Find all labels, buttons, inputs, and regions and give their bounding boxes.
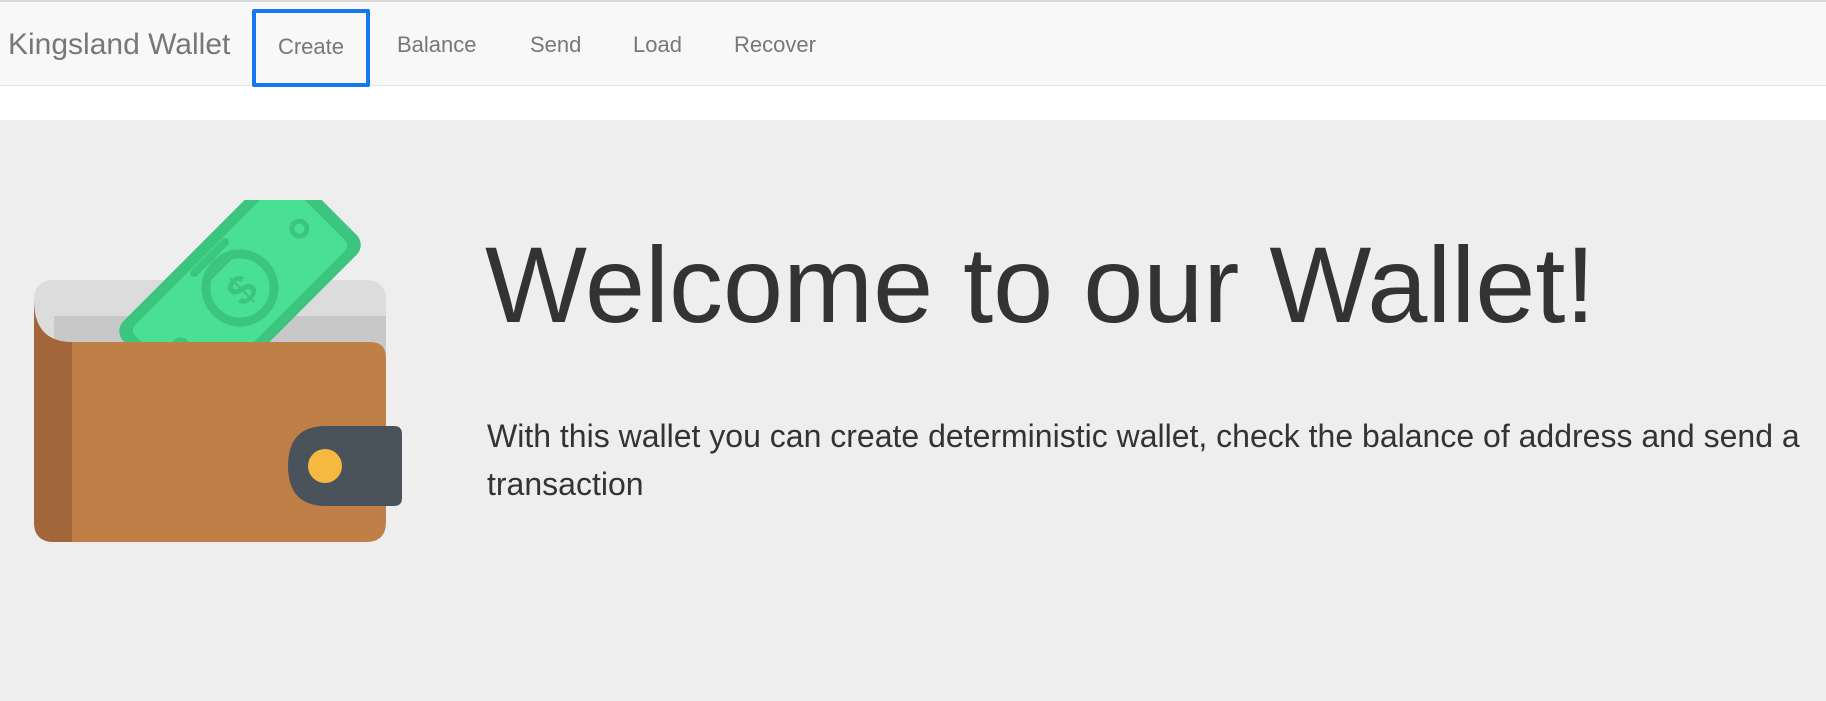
top-navbar: Kingsland Wallet Create Balance Send Loa… bbox=[0, 0, 1826, 87]
nav-item-balance[interactable]: Balance bbox=[397, 30, 477, 60]
nav-item-send[interactable]: Send bbox=[530, 30, 581, 60]
hero-description: With this wallet you can create determin… bbox=[487, 418, 1800, 502]
nav-item-create[interactable]: Create bbox=[252, 9, 370, 87]
hero-section: $ Welcome to our Wallet! With this walle… bbox=[0, 120, 1826, 701]
nav-item-recover[interactable]: Recover bbox=[734, 30, 816, 60]
wallet-icon: $ bbox=[34, 200, 402, 542]
navbar-brand[interactable]: Kingsland Wallet bbox=[8, 28, 230, 62]
nav-item-load[interactable]: Load bbox=[633, 30, 682, 60]
hero-title: Welcome to our Wallet! bbox=[485, 224, 1596, 345]
nav-item-create-label: Create bbox=[277, 33, 345, 59]
